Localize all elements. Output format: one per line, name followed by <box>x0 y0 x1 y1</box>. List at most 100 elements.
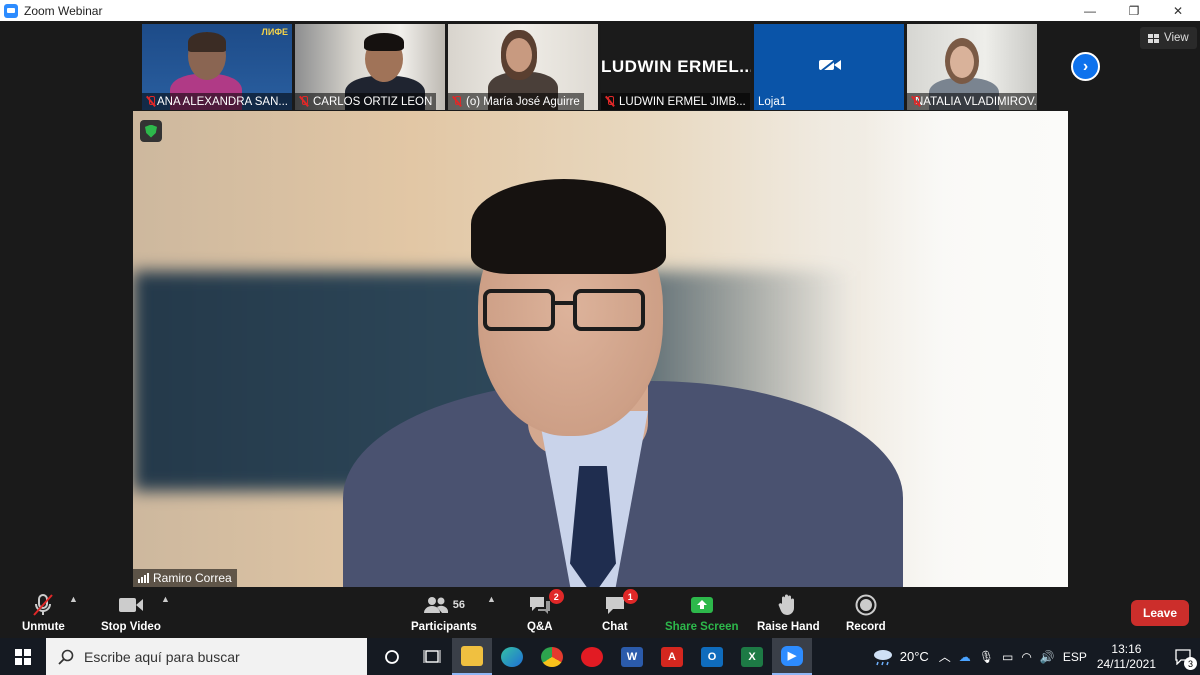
taskbar-excel[interactable]: X <box>732 638 772 675</box>
taskbar-acrobat[interactable]: A <box>652 638 692 675</box>
participants-button[interactable]: 56 Participants <box>411 592 477 633</box>
participant-name: ANA ALEXANDRA SAN... <box>142 93 292 110</box>
mic-muted-icon <box>605 96 615 107</box>
clock-time: 13:16 <box>1111 641 1142 656</box>
zoom-meeting-area: ЛИФЕ ANA ALEXANDRA SAN... CARLOS ORTIZ L… <box>0 21 1200 638</box>
window-title: Zoom Webinar <box>24 3 103 18</box>
chevron-right-icon: › <box>1082 57 1089 75</box>
video-options-caret[interactable]: ▲ <box>161 594 170 604</box>
qa-button[interactable]: 2 Q&A <box>527 589 564 633</box>
system-tray: 20°C ︿ ☁ 🎙 ▭ ◠ 🔊 ESP 13:16 24/11/2021 3 <box>872 638 1200 675</box>
participant-name: CARLOS ORTIZ LEON <box>295 93 437 110</box>
mic-muted-icon <box>299 96 309 107</box>
taskbar-chrome[interactable] <box>532 638 572 675</box>
participants-icon <box>423 597 448 613</box>
task-view-button-2[interactable] <box>412 638 452 675</box>
onedrive-icon[interactable]: ☁ <box>959 650 971 664</box>
window-titlebar: Zoom Webinar — ❐ ✕ <box>0 0 1200 21</box>
wifi-icon[interactable]: ◠ <box>1021 650 1031 664</box>
zoom-app-icon <box>4 3 18 18</box>
search-icon <box>58 649 74 665</box>
raise-hand-icon <box>779 594 795 615</box>
tray-chevron-icon[interactable]: ︿ <box>939 648 951 665</box>
participant-name: (o) María José Aguirre <box>448 93 584 110</box>
participant-strip: ЛИФЕ ANA ALEXANDRA SAN... CARLOS ORTIZ L… <box>142 24 1037 110</box>
taskbar-edge[interactable] <box>492 638 532 675</box>
video-off-icon <box>818 57 842 78</box>
outlook-icon: O <box>701 646 723 667</box>
share-screen-button[interactable]: Share Screen <box>665 592 739 633</box>
participant-tile[interactable]: CARLOS ORTIZ LEON <box>295 24 445 110</box>
unmute-button[interactable]: Unmute <box>22 592 65 633</box>
participant-tile[interactable]: NATALIA VLADIMIROV... <box>907 24 1037 110</box>
meeting-toolbar: Unmute ▲ Stop Video ▲ 56 Participants ▲ … <box>0 588 1200 638</box>
acrobat-icon: A <box>661 646 683 667</box>
zoom-icon: ▶ <box>781 645 803 666</box>
participant-tile[interactable]: ЛИФЕ ANA ALEXANDRA SAN... <box>142 24 292 110</box>
next-page-button[interactable]: › <box>1071 52 1100 81</box>
folder-icon <box>461 645 483 666</box>
windows-taskbar: Escribe aquí para buscar W A O X ▶ 20°C … <box>0 638 1200 675</box>
taskbar-outlook[interactable]: O <box>692 638 732 675</box>
participant-display-name: LUDWIN ERMEL... <box>601 57 751 76</box>
excel-icon: X <box>741 646 763 667</box>
participant-tile[interactable]: Loja1 <box>754 24 904 110</box>
view-button[interactable]: View <box>1140 27 1197 49</box>
grid-view-icon <box>1148 33 1159 43</box>
org-logo: ЛИФЕ <box>261 27 288 37</box>
share-screen-icon <box>690 597 713 613</box>
participants-options-caret[interactable]: ▲ <box>487 594 496 604</box>
opera-icon <box>581 646 603 667</box>
mic-icon[interactable]: 🎙 <box>979 650 994 664</box>
minimize-button[interactable]: — <box>1068 0 1112 21</box>
weather-temp[interactable]: 20°C <box>900 649 929 664</box>
speaker-name-label: Ramiro Correa <box>133 569 237 587</box>
participant-tile[interactable]: (o) María José Aguirre <box>448 24 598 110</box>
participant-tile[interactable]: LUDWIN ERMEL... LUDWIN ERMEL JIMB... <box>601 24 751 110</box>
taskbar-file-explorer[interactable] <box>452 638 492 675</box>
mic-muted-icon <box>452 96 462 107</box>
participant-name: LUDWIN ERMEL JIMB... <box>601 93 750 110</box>
task-view-icon <box>423 649 441 663</box>
close-button[interactable]: ✕ <box>1156 0 1200 21</box>
taskbar-opera[interactable] <box>572 638 612 675</box>
qa-badge: 2 <box>548 589 564 604</box>
main-speaker-video[interactable]: Ramiro Correa <box>133 111 1068 587</box>
volume-icon[interactable]: 🔊 <box>1040 650 1055 664</box>
chat-badge: 1 <box>622 589 638 604</box>
restore-button[interactable]: ❐ <box>1112 0 1156 21</box>
notification-center-button[interactable]: 3 <box>1166 638 1200 675</box>
participants-count: 56 <box>452 599 466 611</box>
taskbar-zoom[interactable]: ▶ <box>772 638 812 675</box>
chat-button[interactable]: 1 Chat <box>602 589 638 633</box>
taskbar-search[interactable]: Escribe aquí para buscar <box>46 638 367 675</box>
clock-date: 24/11/2021 <box>1096 656 1156 671</box>
weather-rain-icon <box>873 649 892 665</box>
windows-logo-icon <box>15 648 31 665</box>
notification-count: 3 <box>1184 657 1197 670</box>
taskbar-word[interactable]: W <box>612 638 652 675</box>
word-icon: W <box>621 646 643 667</box>
leave-button[interactable]: Leave <box>1131 600 1189 626</box>
cortana-icon <box>385 649 399 664</box>
language-indicator[interactable]: ESP <box>1063 650 1087 664</box>
start-button[interactable] <box>0 638 46 675</box>
record-icon <box>855 594 877 616</box>
edge-icon <box>501 646 523 667</box>
chrome-icon <box>541 646 563 667</box>
video-camera-icon <box>118 598 143 612</box>
security-shield-icon[interactable] <box>140 120 162 142</box>
search-placeholder: Escribe aquí para buscar <box>84 648 240 665</box>
participant-name: NATALIA VLADIMIROV... <box>907 93 1037 110</box>
connection-bars-icon <box>138 573 149 583</box>
record-button[interactable]: Record <box>846 592 886 633</box>
raise-hand-button[interactable]: Raise Hand <box>757 592 820 633</box>
task-view-button[interactable] <box>372 638 412 675</box>
mic-muted-icon <box>146 96 155 107</box>
mic-muted-icon <box>33 594 54 616</box>
audio-options-caret[interactable]: ▲ <box>69 594 78 604</box>
participant-name: Loja1 <box>758 95 787 108</box>
clock[interactable]: 13:16 24/11/2021 <box>1097 642 1156 672</box>
battery-icon[interactable]: ▭ <box>1002 650 1013 664</box>
stop-video-button[interactable]: Stop Video <box>101 592 161 633</box>
